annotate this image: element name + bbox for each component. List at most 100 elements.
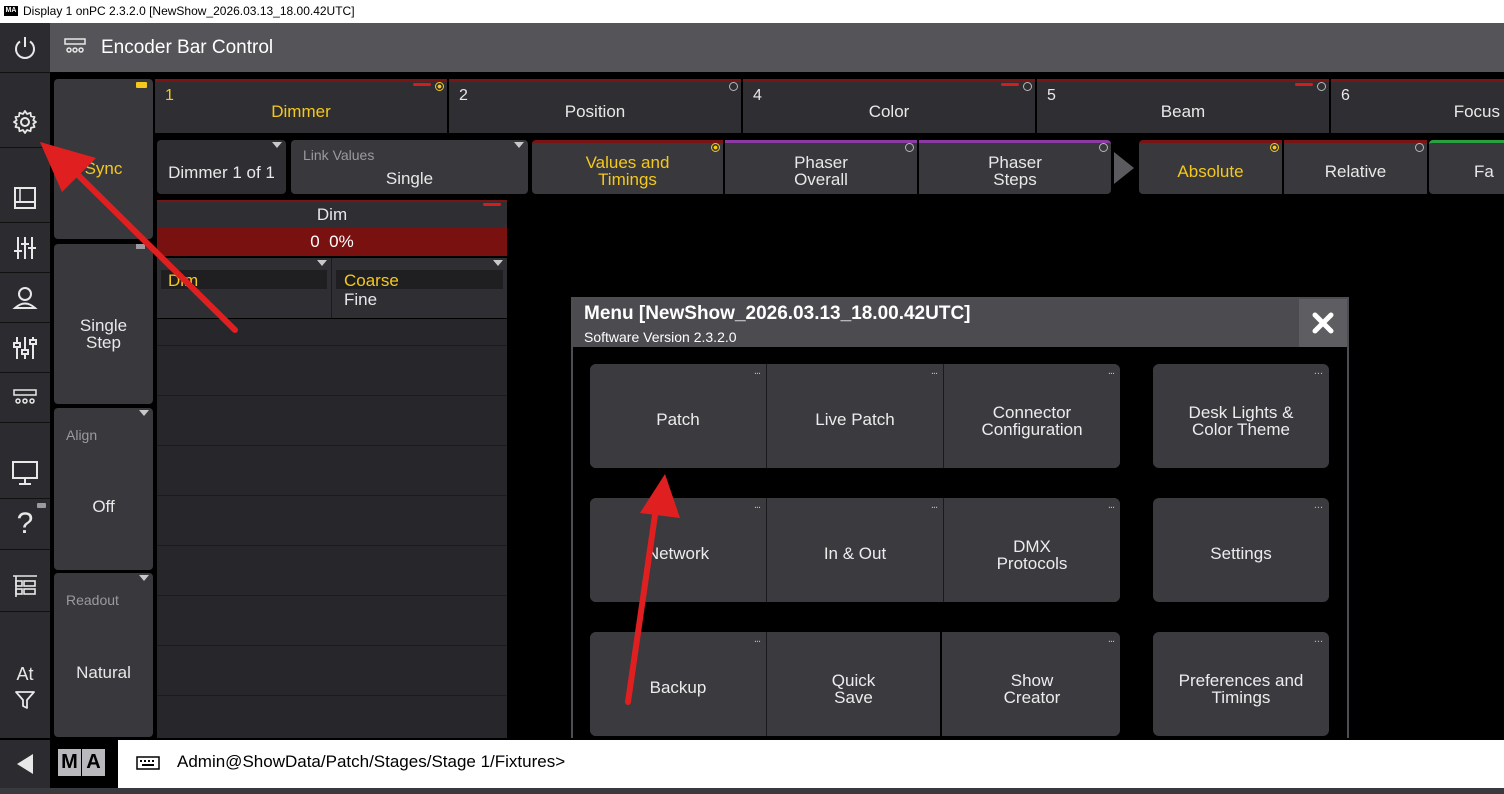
layout-button[interactable] — [0, 560, 50, 612]
filter-icon — [15, 691, 35, 709]
preferences-more-icon: ... — [1313, 633, 1323, 645]
dmx-protocols-button[interactable]: ... DMX Protocols — [944, 498, 1120, 602]
network-button[interactable]: ... Network — [590, 498, 767, 602]
relative-tab[interactable]: Relative — [1284, 140, 1427, 194]
monitor-button[interactable] — [0, 447, 50, 499]
live-patch-button[interactable]: ... Live Patch — [767, 364, 944, 468]
dimmer-active-bar — [413, 83, 431, 86]
dimmer-status-dot — [435, 82, 444, 91]
align-label: Align — [66, 427, 98, 443]
connector-configuration-button[interactable]: ... Connector Configuration — [944, 364, 1120, 468]
dimmer-count-button[interactable]: Dimmer 1 of 1 — [157, 140, 286, 194]
desk-lights-more-icon: ... — [1313, 365, 1323, 377]
window-header: Encoder Bar Control — [50, 23, 1504, 72]
at-filter-button[interactable]: At — [0, 637, 50, 739]
link-values-dropdown-icon — [514, 142, 524, 148]
show-creator-button[interactable]: ... Show Creator — [944, 632, 1120, 736]
dim-resolution-column[interactable]: Coarse Fine — [332, 258, 507, 318]
tab-color[interactable]: 4 Color — [743, 79, 1035, 133]
ma-logo-a: A — [82, 749, 105, 776]
readout-button[interactable]: Readout Natural — [54, 573, 153, 737]
menu-settings-button[interactable] — [0, 97, 50, 148]
help-button[interactable]: ? — [0, 499, 50, 550]
connector-more-icon: ... — [1107, 365, 1115, 377]
dim-column-dropdown-icon — [317, 260, 327, 266]
dimmer-count-dropdown-icon — [272, 142, 282, 148]
resolution-dropdown-icon — [493, 260, 503, 266]
link-values-button[interactable]: Link Values Single — [291, 140, 528, 194]
backup-button[interactable]: ... Backup — [590, 632, 767, 736]
fade-tab[interactable]: Fa — [1429, 140, 1504, 194]
single-step-indicator — [136, 244, 145, 249]
back-button[interactable] — [0, 740, 50, 788]
readout-value: Natural — [76, 663, 131, 682]
help-icon: ? — [16, 507, 34, 540]
command-line[interactable]: Admin@ShowData/Patch/Stages/Stage 1/Fixt… — [118, 740, 1504, 788]
menu-group-row3: ... Backup Quick Save ... Show Creator — [590, 632, 1120, 736]
tab-beam[interactable]: 5 Beam — [1037, 79, 1329, 133]
groups-button[interactable] — [0, 273, 50, 323]
phaser-steps-label: Phaser Steps — [988, 153, 1042, 189]
preferences-timings-button[interactable]: ... Preferences and Timings — [1153, 632, 1329, 736]
coarse-label: Coarse — [344, 271, 399, 290]
page-title: Encoder Bar Control — [101, 37, 274, 58]
window-title: Display 1 onPC 2.3.2.0 [NewShow_2026.03.… — [23, 4, 355, 18]
patch-more-icon: ... — [753, 365, 761, 377]
patch-button[interactable]: ... Patch — [590, 364, 767, 468]
in-out-button[interactable]: ... In & Out — [767, 498, 944, 602]
align-button[interactable]: Align Off — [54, 408, 153, 570]
sync-indicator — [136, 82, 147, 88]
phaser-overall-tab[interactable]: Phaser Overall — [725, 140, 917, 194]
readout-label: Readout — [66, 592, 119, 608]
values-timings-label: Values and Timings — [585, 153, 670, 189]
sliders-icon — [13, 336, 37, 359]
fine-label: Fine — [344, 290, 378, 309]
network-label: Network — [646, 544, 710, 563]
values-timings-tab[interactable]: Values and Timings — [532, 140, 723, 194]
phaser-steps-tab[interactable]: Phaser Steps — [919, 140, 1111, 194]
absolute-tab[interactable]: Absolute — [1139, 140, 1282, 194]
menu-group-row2: ... Network ... In & Out ... DMX Protoco… — [590, 498, 1120, 602]
window-icon — [14, 186, 36, 209]
encoder-bar-button[interactable] — [0, 373, 50, 423]
backup-more-icon: ... — [753, 633, 761, 645]
preferences-label: Preferences and Timings — [1178, 671, 1304, 707]
dim-value-list[interactable] — [157, 319, 507, 738]
fade-label: Fa — [1474, 162, 1494, 181]
tab-position[interactable]: 2 Position — [449, 79, 741, 133]
in-out-more-icon: ... — [930, 499, 938, 511]
tab-focus[interactable]: 6 Focus — [1331, 79, 1504, 133]
dmx-more-icon: ... — [1107, 499, 1115, 511]
tab-beam-label: Beam — [1160, 102, 1206, 121]
ma-logo-button[interactable]: MA — [58, 749, 106, 776]
menu-software-version: Software Version 2.3.2.0 — [584, 329, 737, 345]
single-step-button[interactable]: Single Step — [54, 244, 153, 404]
quick-save-button[interactable]: Quick Save — [767, 632, 942, 736]
tab-dimmer[interactable]: 1 Dimmer — [155, 79, 447, 133]
settings-button[interactable]: ... Settings — [1153, 498, 1329, 602]
faders-button[interactable] — [0, 223, 50, 273]
dim-attribute-header[interactable]: Dim — [157, 200, 507, 227]
beam-status-dot — [1317, 82, 1326, 91]
menu-close-button[interactable] — [1299, 299, 1347, 347]
sync-button[interactable]: Sync — [54, 79, 153, 239]
sliders-button[interactable] — [0, 323, 50, 373]
relative-label: Relative — [1324, 162, 1387, 181]
at-label: At — [16, 664, 34, 684]
keyboard-icon — [136, 756, 160, 770]
absolute-dot — [1270, 143, 1279, 152]
power-button[interactable] — [0, 23, 50, 73]
desk-lights-label: Desk Lights & Color Theme — [1188, 403, 1294, 439]
window-button[interactable] — [0, 173, 50, 223]
triangle-left-icon — [17, 754, 33, 774]
desk-lights-button[interactable]: ... Desk Lights & Color Theme — [1153, 364, 1329, 468]
dim-column-dim[interactable]: Dim — [157, 258, 332, 318]
quick-save-label: Quick Save — [831, 671, 876, 707]
dim-value-bar[interactable]: 0 0% — [157, 227, 507, 256]
dimmer-count-label: Dimmer 1 of 1 — [168, 163, 275, 182]
align-dropdown-icon — [139, 410, 149, 416]
link-values-value: Single — [385, 169, 434, 188]
dim-title: Dim — [316, 205, 348, 224]
menu-group-row1: ... Patch ... Live Patch ... Connector C… — [590, 364, 1120, 468]
dim-percent: 0% — [329, 232, 354, 251]
